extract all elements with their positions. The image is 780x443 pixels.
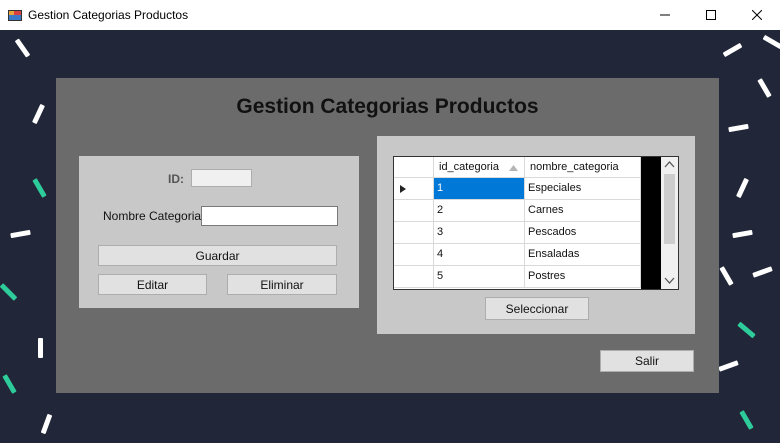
scroll-down-icon[interactable] [661,273,678,289]
table-cell-id[interactable]: 2 [434,200,525,222]
column-header-id[interactable]: id_categoria [434,157,525,178]
eliminar-button[interactable]: Eliminar [227,274,337,295]
row-header[interactable] [394,244,434,266]
row-header[interactable] [394,222,434,244]
nombre-categoria-label: Nombre Categoria: [103,209,205,223]
confetti-decoration [736,177,749,199]
confetti-decoration [0,283,18,301]
row-header[interactable] [394,178,434,200]
current-row-arrow-icon [400,185,406,193]
id-label: ID: [168,172,184,186]
confetti-decoration [38,338,43,358]
table-cell-nombre[interactable]: Pescados [525,222,641,244]
salir-button[interactable]: Salir [600,350,694,372]
confetti-decoration [722,42,743,58]
title-bar: Gestion Categorias Productos [0,0,780,30]
scroll-up-icon[interactable] [661,157,678,173]
confetti-decoration [728,123,749,133]
window-title: Gestion Categorias Productos [28,8,189,22]
main-panel: Gestion Categorias Productos ID: Nombre … [56,78,719,393]
table-cell-id[interactable]: 5 [434,266,525,288]
column-header-label: id_categoria [439,161,499,173]
category-form-panel: ID: Nombre Categoria: Guardar Editar Eli… [79,156,359,308]
confetti-decoration [757,78,772,98]
app-form-icon [8,10,22,21]
minimize-icon [660,14,670,16]
form-client-area: Gestion Categorias Productos ID: Nombre … [0,30,780,443]
confetti-decoration [40,413,53,435]
page-title: Gestion Categorias Productos [236,95,539,118]
close-icon [752,10,762,20]
table-cell-nombre[interactable]: Especiales [525,178,641,200]
table-cell-nombre[interactable]: Carnes [525,200,641,222]
confetti-decoration [752,266,773,278]
maximize-button[interactable] [688,0,734,30]
minimize-button[interactable] [642,0,688,30]
confetti-decoration [32,178,47,198]
scrollbar-thumb[interactable] [664,174,675,244]
confetti-decoration [32,103,45,125]
table-cell-id[interactable]: 3 [434,222,525,244]
seleccionar-button[interactable]: Seleccionar [485,297,589,320]
confetti-decoration [2,374,17,394]
confetti-decoration [14,38,31,58]
confetti-decoration [737,321,756,339]
confetti-decoration [732,229,753,239]
sort-ascending-icon [509,165,518,171]
row-header[interactable] [394,200,434,222]
column-header-nombre[interactable]: nombre_categoria [525,157,641,178]
table-cell-id[interactable]: 4 [434,244,525,266]
guardar-button[interactable]: Guardar [98,245,337,266]
editar-button[interactable]: Editar [98,274,207,295]
confetti-decoration [718,360,739,372]
table-cell-nombre[interactable]: Postres [525,266,641,288]
row-header-corner [394,157,434,178]
grid-vertical-scrollbar[interactable] [661,157,678,289]
grid-body: id_categoria nombre_categoria 1 Especial… [394,157,641,289]
confetti-decoration [719,266,734,286]
categories-data-grid[interactable]: id_categoria nombre_categoria 1 Especial… [393,156,679,290]
column-header-label: nombre_categoria [530,161,619,173]
confetti-decoration [762,34,780,50]
table-cell-id[interactable]: 1 [434,178,525,200]
id-field[interactable] [191,169,252,187]
row-header[interactable] [394,266,434,288]
nombre-categoria-field[interactable] [201,206,338,226]
close-button[interactable] [734,0,780,30]
maximize-icon [706,10,716,20]
table-cell-nombre[interactable]: Ensaladas [525,244,641,266]
confetti-decoration [739,410,754,430]
confetti-decoration [10,229,31,239]
categories-grid-panel: id_categoria nombre_categoria 1 Especial… [377,136,695,334]
